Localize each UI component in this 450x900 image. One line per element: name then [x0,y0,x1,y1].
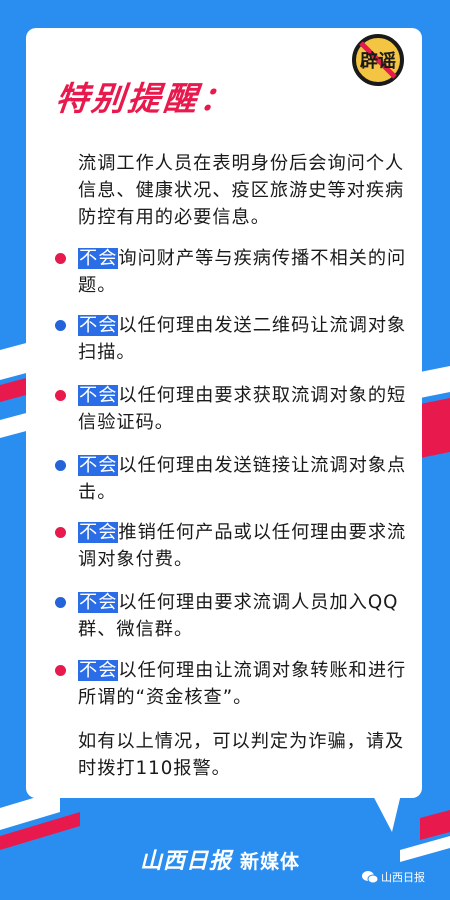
list-item-text: 不会推销任何产品或以任何理由要求流调对象付费。 [78,519,410,573]
highlight-label: 不会 [78,660,119,681]
bullet-dot [55,390,66,401]
list-item-body: 以任何理由发送二维码让流调对象扫描。 [78,315,407,363]
highlight-label: 不会 [78,522,119,543]
no-rumor-icon: 辟谣 [352,34,404,86]
highlight-label: 不会 [78,455,119,476]
bullet-dot [55,665,66,676]
list-item-body: 以任何理由要求获取流调对象的短信验证码。 [78,385,407,433]
page-title: 特别提醒： [53,79,238,118]
footer-brand: 山西日报 新媒体 [140,843,300,875]
list-item-text: 不会以任何理由发送链接让流调对象点击。 [78,452,410,506]
bullet-dot [55,597,66,608]
list-item-body: 询问财产等与疾病传播不相关的问题。 [78,248,407,296]
intro-paragraph: 流调工作人员在表明身份后会询问个人信息、健康状况、疫区旅游史等对疾病防控有用的必… [78,153,405,228]
list-item-body: 以任何理由要求流调人员加入QQ群、微信群。 [78,592,399,640]
highlight-label: 不会 [78,248,119,269]
list-item-text: 不会以任何理由让流调对象转账和进行所谓的“资金核查”。 [78,657,410,711]
list-item-text: 不会以任何理由要求流调人员加入QQ群、微信群。 [78,589,410,643]
list-item-text: 不会询问财产等与疾病传播不相关的问题。 [78,245,410,299]
list-item-body: 推销任何产品或以任何理由要求流调对象付费。 [78,522,407,570]
footer-brand-name: 山西日报 [140,848,233,874]
badge-text: 辟谣 [360,50,396,72]
list-item-text: 不会以任何理由发送二维码让流调对象扫描。 [78,312,410,366]
list-item-text: 不会以任何理由要求获取流调对象的短信验证码。 [78,382,410,436]
bullet-dot [55,527,66,538]
bullet-dot [55,320,66,331]
highlight-label: 不会 [78,385,119,406]
list-item-body: 以任何理由发送链接让流调对象点击。 [78,455,407,503]
footer-brand-suffix: 新媒体 [240,851,301,873]
highlight-label: 不会 [78,315,119,336]
bullet-dot [55,253,66,264]
wechat-icon [362,871,378,884]
bullet-dot [55,460,66,471]
outro-paragraph: 如有以上情况，可以判定为诈骗，请及时拨打110报警。 [78,731,405,779]
list-item-body: 以任何理由让流调对象转账和进行所谓的“资金核查”。 [78,660,407,708]
highlight-label: 不会 [78,592,119,613]
watermark-text: 山西日报 [381,871,425,884]
watermark: 山西日报 [362,869,425,885]
